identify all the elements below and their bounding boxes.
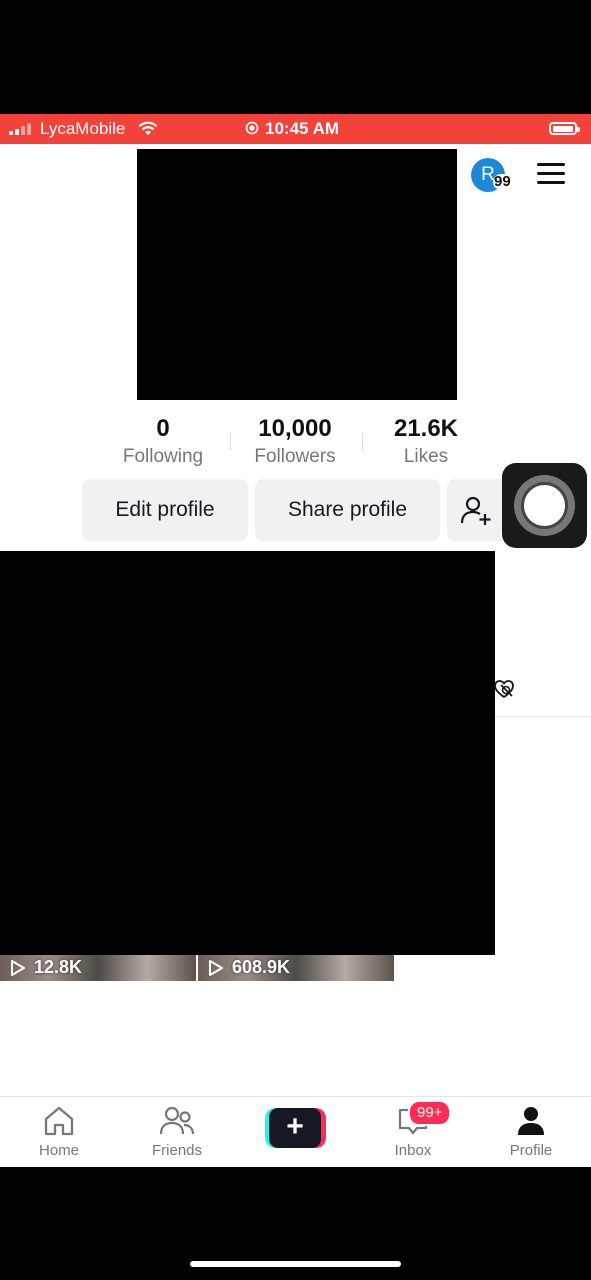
friends-icon bbox=[159, 1106, 195, 1135]
play-icon bbox=[11, 960, 25, 976]
nav-profile[interactable]: Profile bbox=[481, 1097, 581, 1167]
plus-icon: + bbox=[269, 1108, 321, 1148]
home-indicator[interactable] bbox=[190, 1261, 401, 1267]
nav-home-label: Home bbox=[38, 1142, 79, 1159]
stat-following[interactable]: 0 Following bbox=[113, 415, 213, 468]
status-time: 10:45 AM bbox=[245, 119, 339, 139]
carrier-name: LycaMobile bbox=[40, 119, 126, 138]
video-thumbnail[interactable]: 12.8K bbox=[0, 955, 196, 981]
share-profile-button[interactable]: Share profile bbox=[255, 479, 440, 541]
add-friend-icon bbox=[460, 496, 491, 525]
wifi-icon bbox=[138, 121, 158, 135]
view-count: 12.8K bbox=[34, 957, 83, 977]
video-thumbnail[interactable]: 608.9K bbox=[198, 955, 394, 981]
play-icon bbox=[209, 960, 223, 976]
nav-home[interactable]: Home bbox=[9, 1097, 109, 1167]
signal-icon bbox=[9, 123, 35, 135]
redacted-content bbox=[0, 551, 495, 955]
assistive-touch-button[interactable] bbox=[502, 463, 587, 548]
likes-count: 21.6K bbox=[393, 415, 459, 442]
battery-icon bbox=[549, 122, 580, 135]
following-count: 0 bbox=[156, 415, 170, 442]
profile-screen: R 99 0 Following 10,000 Followers 21.6K … bbox=[0, 144, 591, 1167]
nav-profile-label: Profile bbox=[509, 1142, 553, 1159]
hidden-likes-icon[interactable] bbox=[492, 677, 516, 701]
nav-friends-label: Friends bbox=[151, 1142, 203, 1159]
followers-count: 10,000 bbox=[258, 415, 332, 442]
likes-label: Likes bbox=[403, 446, 449, 467]
home-icon bbox=[44, 1106, 74, 1136]
bottom-nav: Home Friends + Inbox 99+ Profile bbox=[0, 1096, 591, 1167]
edit-profile-button[interactable]: Edit profile bbox=[82, 479, 248, 541]
stat-divider bbox=[230, 433, 231, 451]
add-friend-button[interactable] bbox=[447, 479, 507, 541]
hamburger-menu-icon[interactable] bbox=[537, 163, 565, 185]
inbox-badge: 99+ bbox=[408, 1100, 452, 1126]
tab-divider bbox=[495, 716, 591, 717]
status-bar: LycaMobile 10:45 AM bbox=[0, 114, 591, 144]
nav-inbox-label: Inbox bbox=[394, 1142, 432, 1159]
avatar-notification-badge: 99 bbox=[493, 173, 512, 190]
stat-likes[interactable]: 21.6K Likes bbox=[376, 415, 476, 468]
redacted-profile-header bbox=[137, 149, 457, 400]
time-text: 10:45 AM bbox=[265, 119, 340, 138]
create-button[interactable]: + bbox=[265, 1108, 326, 1148]
recording-icon bbox=[245, 121, 259, 135]
stat-divider bbox=[362, 433, 363, 451]
followers-label: Followers bbox=[254, 446, 336, 467]
following-label: Following bbox=[122, 446, 204, 467]
view-count: 608.9K bbox=[232, 957, 291, 977]
nav-friends[interactable]: Friends bbox=[127, 1097, 227, 1167]
stat-followers[interactable]: 10,000 Followers bbox=[240, 415, 350, 468]
profile-icon bbox=[518, 1107, 544, 1135]
